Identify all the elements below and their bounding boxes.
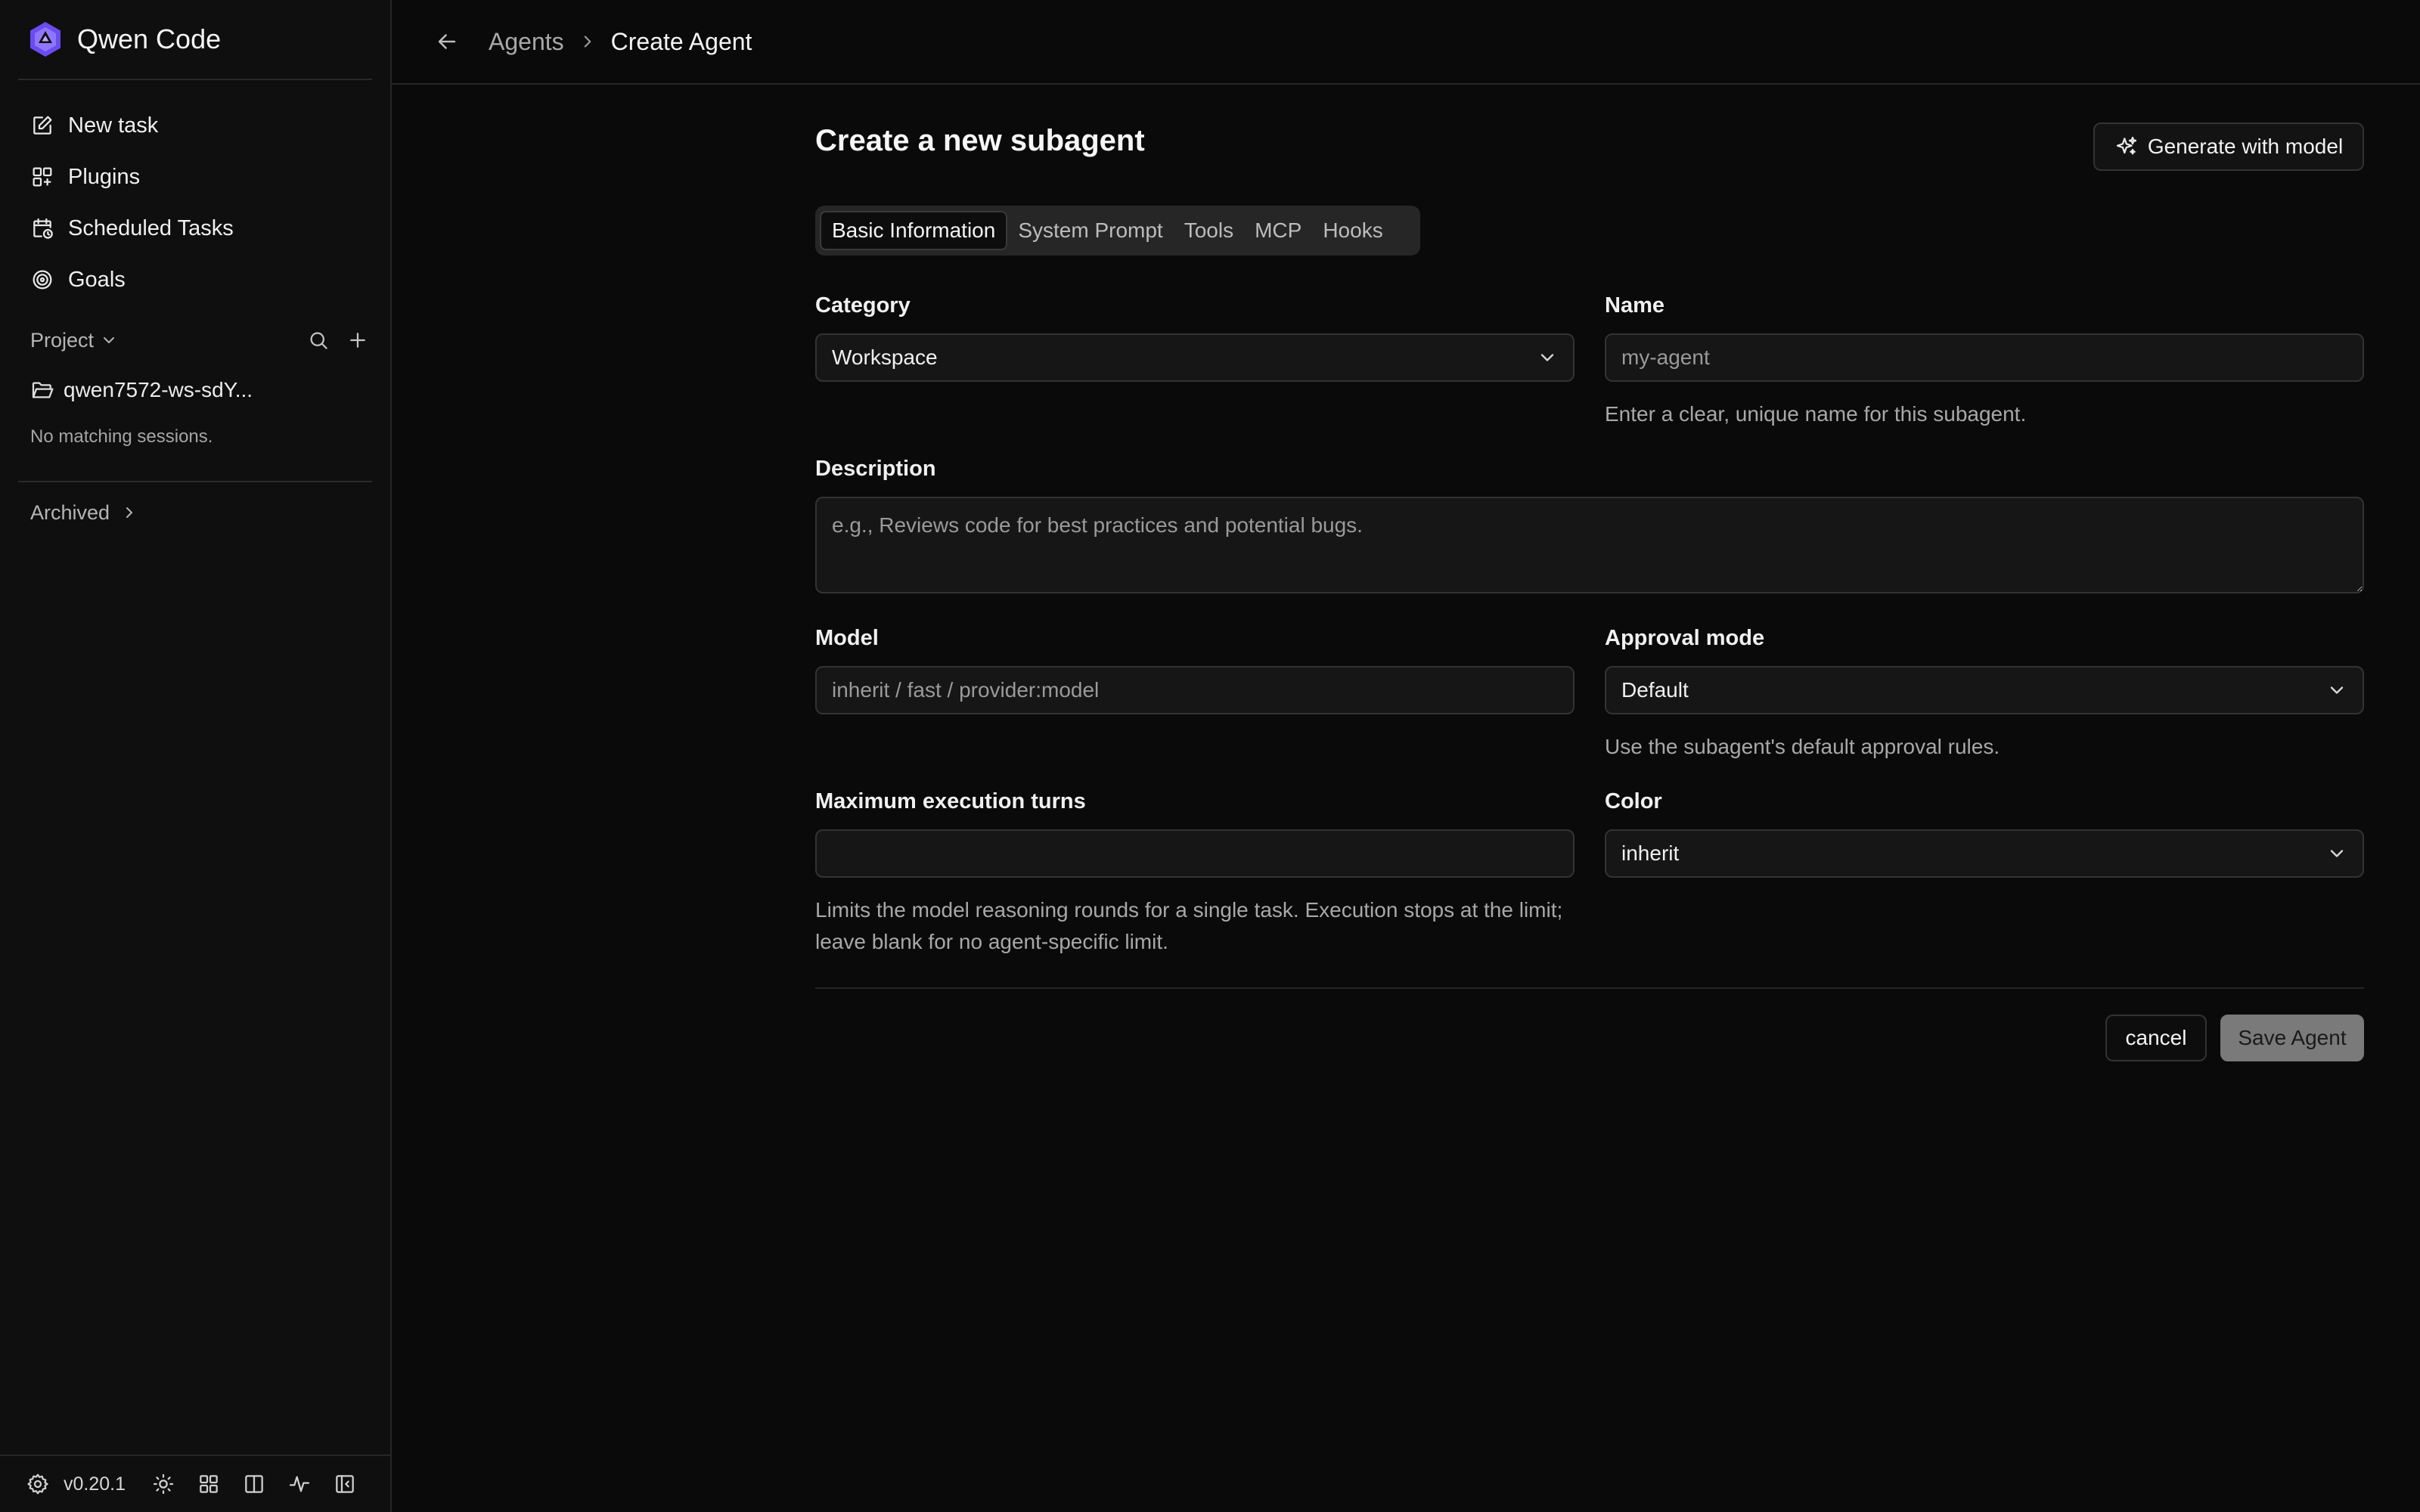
calendar-clock-icon: [33, 218, 53, 239]
description-field: Description: [815, 457, 2364, 597]
description-label: Description: [815, 457, 936, 481]
settings-gear-icon[interactable]: [26, 1472, 50, 1496]
collapse-sidebar-button[interactable]: [333, 1472, 357, 1496]
approval-mode-hint: Use the subagent's default approval rule…: [1605, 735, 2000, 758]
color-select[interactable]: inherit: [1605, 829, 2364, 878]
category-select[interactable]: Workspace: [815, 333, 1575, 382]
nav-goals-label: Goals: [68, 267, 126, 292]
cancel-button[interactable]: cancel: [2105, 1015, 2207, 1061]
breadcrumb-current: Create Agent: [610, 27, 752, 55]
target-icon: [33, 270, 52, 290]
theme-toggle[interactable]: [151, 1472, 175, 1496]
version-label: v0.20.1: [64, 1473, 126, 1495]
edit-icon: [33, 116, 52, 135]
main-panel: Agents Create Agent Create a new subagen…: [392, 0, 2420, 1512]
tab-hooks[interactable]: Hooks: [1312, 211, 1393, 250]
plugins-icon: [33, 167, 52, 187]
project-folder-label: qwen7572-ws-sdY...: [64, 378, 253, 401]
search-icon[interactable]: [307, 329, 330, 352]
sparkles-icon: [2116, 136, 2136, 155]
approval-mode-select[interactable]: Default: [1605, 666, 2364, 714]
model-field: Model: [815, 626, 1575, 714]
project-label: Project: [30, 328, 95, 352]
chevron-down-icon: [1540, 354, 1554, 361]
category-label: Category: [815, 293, 911, 318]
folder-open-icon: [32, 382, 54, 398]
nav-new-task-label: New task: [68, 113, 159, 138]
split-view-button[interactable]: [242, 1472, 266, 1496]
project-header: Project: [0, 316, 390, 364]
name-input-wrapper: [1605, 333, 2364, 382]
name-input[interactable]: [1621, 345, 2347, 370]
approval-mode-field: Approval mode Default Use the subagent's…: [1605, 626, 2364, 763]
project-folder[interactable]: qwen7572-ws-sdY...: [0, 364, 390, 416]
model-input-wrapper: [815, 666, 1575, 714]
project-actions: [307, 329, 369, 352]
nav-scheduled-tasks-label: Scheduled Tasks: [68, 215, 234, 240]
sidebar-footer: v0.20.1: [0, 1455, 390, 1512]
nav-goals[interactable]: Goals: [0, 254, 390, 305]
no-sessions-text: No matching sessions.: [30, 426, 213, 447]
sun-icon: [153, 1473, 174, 1495]
nav-scheduled-tasks[interactable]: Scheduled Tasks: [0, 203, 390, 254]
activity-icon: [289, 1476, 310, 1492]
breadcrumb: Agents Create Agent: [489, 28, 752, 56]
chevron-right-icon: [584, 36, 591, 48]
color-value: inherit: [1621, 841, 1680, 865]
nav-plugins[interactable]: Plugins: [0, 151, 390, 203]
save-agent-button[interactable]: Save Agent: [2220, 1015, 2364, 1061]
brand: Qwen Code: [0, 0, 390, 79]
archived-toggle[interactable]: Archived: [0, 482, 390, 543]
grid-icon: [200, 1475, 218, 1493]
model-input[interactable]: [832, 678, 1558, 702]
approval-mode-value: Default: [1621, 678, 1689, 702]
sidebar-collapse-icon: [336, 1475, 354, 1493]
nav-new-task[interactable]: New task: [0, 100, 390, 151]
chevron-right-icon: [126, 507, 133, 518]
tab-bar: Basic Information System Prompt Tools MC…: [815, 206, 1420, 256]
project-dropdown[interactable]: Project: [30, 329, 118, 352]
max-turns-hint: Limits the model reasoning rounds for a …: [815, 898, 1563, 953]
tab-system-prompt[interactable]: System Prompt: [1007, 211, 1173, 250]
name-field: Name Enter a clear, unique name for this…: [1605, 293, 2364, 430]
color-field: Color inherit: [1605, 789, 2364, 878]
chevron-down-icon: [2330, 850, 2344, 857]
generate-with-model-label: Generate with model: [2147, 135, 2344, 158]
plus-icon[interactable]: [346, 329, 369, 352]
max-turns-field: Maximum execution turns Limits the model…: [815, 789, 1575, 958]
tab-basic-information[interactable]: Basic Information: [820, 211, 1008, 250]
max-turns-input[interactable]: [832, 841, 1558, 866]
max-turns-label: Maximum execution turns: [815, 789, 1086, 813]
color-label: Color: [1605, 789, 1662, 813]
name-hint: Enter a clear, unique name for this suba…: [1605, 402, 2027, 426]
form-divider: [815, 987, 2364, 989]
tab-mcp[interactable]: MCP: [1244, 211, 1312, 250]
approval-mode-label: Approval mode: [1605, 626, 1765, 650]
category-value: Workspace: [832, 345, 938, 369]
activity-button[interactable]: [287, 1472, 312, 1496]
qwen-logo-icon: [30, 22, 60, 57]
tab-tools[interactable]: Tools: [1174, 211, 1244, 250]
back-arrow-icon[interactable]: [434, 29, 460, 54]
chevron-down-icon: [2330, 686, 2344, 694]
top-bar: Agents Create Agent: [392, 0, 2420, 85]
archived-label: Archived: [30, 500, 110, 524]
model-label: Model: [815, 626, 879, 650]
max-turns-input-wrapper: [815, 829, 1575, 878]
nav-plugins-label: Plugins: [68, 164, 141, 189]
chevron-down-icon: [104, 337, 115, 343]
sidebar-nav: New task Plugins Scheduled Tasks Goals: [0, 80, 390, 305]
generate-with-model-button[interactable]: Generate with model: [2093, 122, 2364, 171]
grid-view-button[interactable]: [197, 1472, 221, 1496]
columns-icon: [245, 1475, 263, 1493]
sidebar: Qwen Code New task Plugins Scheduled Tas…: [0, 0, 392, 1512]
page-title: Create a new subagent: [815, 124, 1145, 157]
name-label: Name: [1605, 293, 1665, 318]
app-title: Qwen Code: [77, 23, 222, 54]
category-field: Category Workspace: [815, 293, 1575, 382]
app-root: Qwen Code New task Plugins Scheduled Tas…: [0, 0, 2420, 1512]
description-textarea[interactable]: [815, 497, 2364, 593]
breadcrumb-agents[interactable]: Agents: [489, 28, 564, 56]
